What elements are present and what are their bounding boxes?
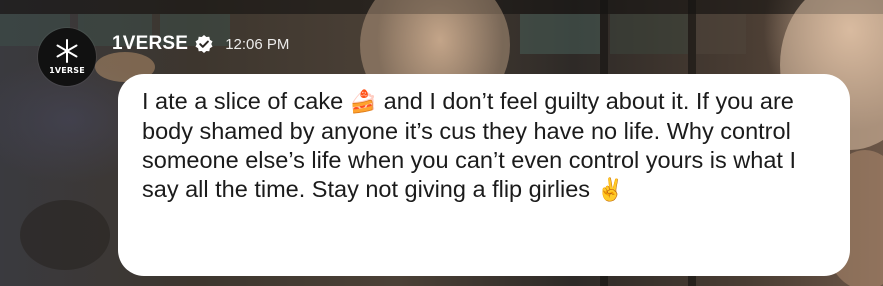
victory-hand-emoji-icon: ✌️ xyxy=(596,178,624,203)
cake-emoji-icon: 🍰 xyxy=(349,90,378,115)
message-text: I ate a slice of cake 🍰 and I don’t feel… xyxy=(142,87,826,205)
avatar-label: 1VERSE xyxy=(49,65,85,75)
post-meta: 1VERSE 12:06 PM xyxy=(112,33,289,55)
verified-badge-icon xyxy=(194,34,214,54)
asterisk-logo-icon xyxy=(56,38,78,63)
timestamp: 12:06 PM xyxy=(225,35,290,53)
message-bubble: I ate a slice of cake 🍰 and I don’t feel… xyxy=(118,74,850,276)
username[interactable]: 1VERSE xyxy=(112,33,188,55)
avatar[interactable]: 1VERSE xyxy=(38,28,96,86)
message-text-part-1: I ate a slice of cake xyxy=(142,88,350,114)
